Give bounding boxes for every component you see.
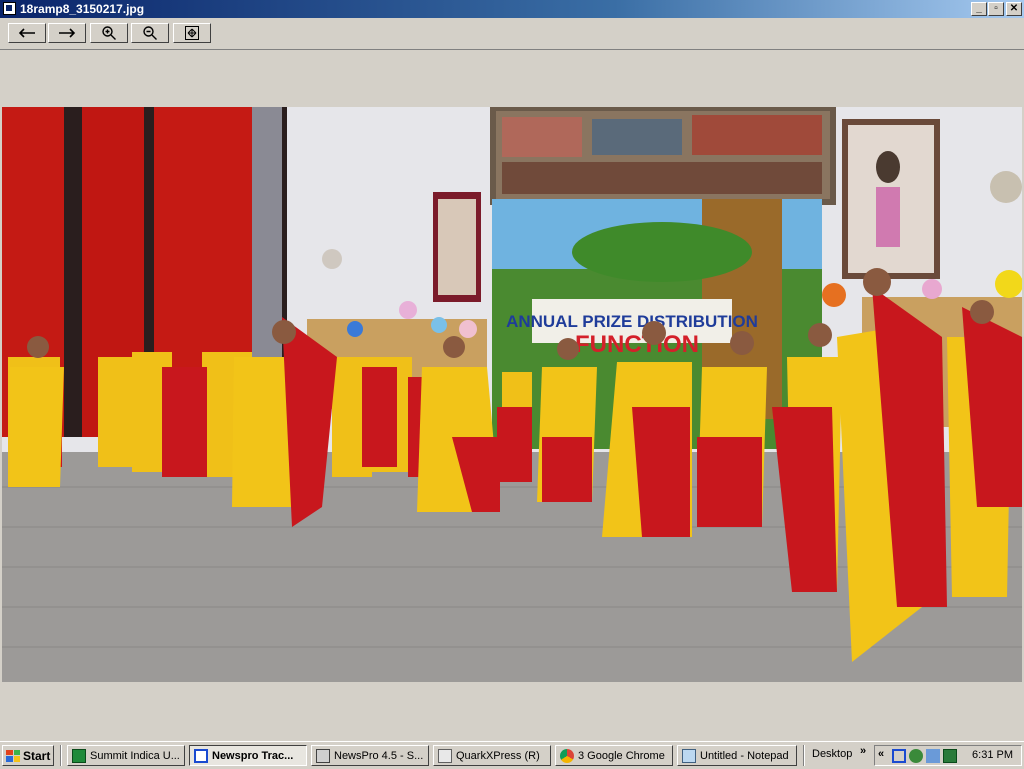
task-newspro-app[interactable]: NewsPro 4.5 - S... xyxy=(311,745,429,766)
banner-title: ANNUAL PRIZE DISTRIBUTION xyxy=(506,312,758,331)
monitor-tray-icon[interactable] xyxy=(926,749,940,763)
chevron-down-icon: ▼ xyxy=(671,751,672,760)
title-bar: 18ramp8_3150217.jpg _ ▫ ✕ xyxy=(0,0,1024,18)
photo-scene: ANNUAL PRIZE DISTRIBUTION FUNCTION xyxy=(2,107,1022,682)
chrome-icon xyxy=(560,748,574,763)
system-tray: « 6:31 PM xyxy=(874,745,1022,766)
task-google-chrome[interactable]: 3 Google Chrome ▼ xyxy=(555,745,673,766)
zoom-out-icon xyxy=(143,26,157,40)
previous-button[interactable] xyxy=(8,23,46,43)
task-quarkxpress[interactable]: QuarkXPress (R) xyxy=(433,745,551,766)
task-label: Newspro Trac... xyxy=(212,749,294,762)
task-label: Untitled - Notepad xyxy=(700,749,789,762)
taskbar-separator xyxy=(60,745,62,766)
newspro-icon xyxy=(194,748,208,763)
zoom-out-button[interactable] xyxy=(131,23,169,43)
tray-expand-chevron[interactable]: « xyxy=(878,748,884,760)
taskbar-separator xyxy=(803,745,805,766)
toolbar-chevron[interactable]: » xyxy=(860,745,866,757)
antivirus-tray-icon[interactable] xyxy=(943,749,957,763)
task-summit-indica[interactable]: Summit Indica U... xyxy=(67,745,185,766)
fit-screen-button[interactable] xyxy=(173,23,211,43)
arrow-right-icon xyxy=(59,28,76,38)
task-label: 3 Google Chrome xyxy=(578,749,665,762)
newspro-app-icon xyxy=(316,748,330,763)
zoom-in-button[interactable] xyxy=(90,23,128,43)
arrow-left-icon xyxy=(18,28,35,38)
summit-icon xyxy=(72,748,86,763)
app-icon[interactable] xyxy=(3,2,16,15)
task-label: NewsPro 4.5 - S... xyxy=(334,749,424,762)
photo-dance-performance: ANNUAL PRIZE DISTRIBUTION FUNCTION xyxy=(2,107,1022,682)
close-button[interactable]: ✕ xyxy=(1006,2,1022,16)
maximize-button[interactable]: ▫ xyxy=(988,2,1004,16)
task-label: QuarkXPress (R) xyxy=(456,749,540,762)
task-label: Summit Indica U... xyxy=(90,749,180,762)
windows-logo-icon xyxy=(6,749,20,762)
zoom-in-icon xyxy=(102,26,116,40)
clock[interactable]: 6:31 PM xyxy=(972,749,1013,761)
task-notepad[interactable]: Untitled - Notepad xyxy=(677,745,797,766)
network-tray-icon[interactable] xyxy=(892,749,906,763)
desktop-toolbar-label[interactable]: Desktop xyxy=(812,748,852,760)
taskbar: Start Summit Indica U... Newspro Trac...… xyxy=(0,741,1024,769)
fit-screen-icon xyxy=(185,26,199,40)
window-title: 18ramp8_3150217.jpg xyxy=(20,2,145,16)
minimize-button[interactable]: _ xyxy=(971,2,987,16)
quark-icon xyxy=(438,748,452,763)
start-label: Start xyxy=(23,748,51,763)
image-viewport[interactable]: ANNUAL PRIZE DISTRIBUTION FUNCTION xyxy=(2,50,1022,740)
globe-tray-icon[interactable] xyxy=(909,749,923,763)
banner-subtitle: FUNCTION xyxy=(575,331,699,358)
next-button[interactable] xyxy=(48,23,86,43)
start-button[interactable]: Start xyxy=(2,745,54,766)
viewer-toolbar xyxy=(0,19,1024,50)
task-newspro-tracker[interactable]: Newspro Trac... xyxy=(189,745,307,766)
notepad-icon xyxy=(682,748,696,763)
